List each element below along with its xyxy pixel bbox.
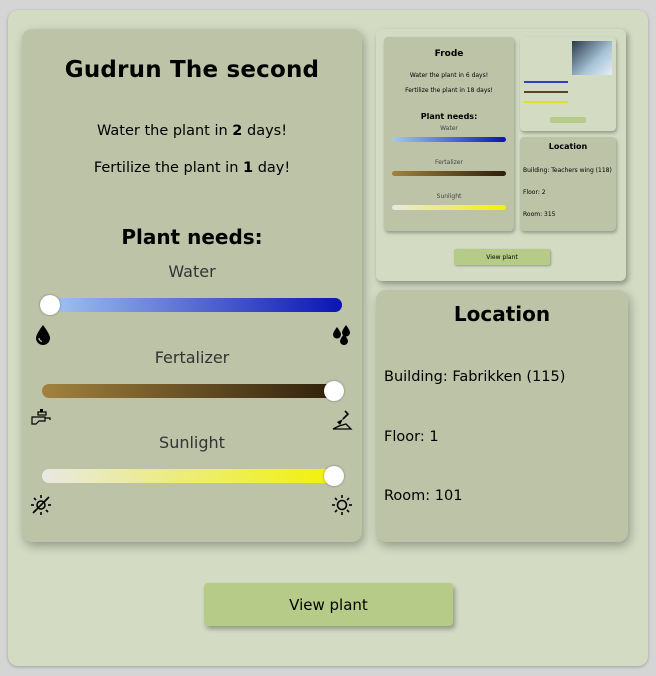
preview-building: Building: Teachers wing (118) <box>523 167 612 174</box>
water-days: 2 <box>232 123 243 139</box>
preview-needs-title: Plant needs: <box>420 112 478 121</box>
preview-view-plant-button: View plant <box>454 249 550 265</box>
location-title: Location <box>453 302 551 326</box>
preview-fert-bar <box>392 171 506 176</box>
preview-floor: Floor: 2 <box>523 189 546 196</box>
plant-card: Gudrun The second Water the plant in 2 d… <box>22 29 362 542</box>
preview-water-label: Water <box>440 125 458 132</box>
preview-nested-screenshot <box>520 37 616 131</box>
preview-fert-label: Fertalizer <box>435 159 463 166</box>
preview-water-line: Water the plant in 6 days! <box>409 72 489 79</box>
preview-room: Room: 315 <box>523 211 556 218</box>
fertalizer-slider[interactable] <box>42 381 344 401</box>
water-label: Water <box>168 262 216 281</box>
location-building: Building: Fabrikken (115) <box>384 369 566 385</box>
sunlight-slider-knob[interactable] <box>324 466 344 486</box>
preview-sun-bar <box>392 205 506 210</box>
preview-location-title: Location <box>548 142 588 151</box>
sunlight-slider[interactable] <box>42 466 344 486</box>
fert-days: 1 <box>243 160 254 176</box>
sunlight-label: Sunlight <box>159 433 225 452</box>
location-room: Room: 101 <box>384 488 463 504</box>
water-drops-icon <box>333 325 350 345</box>
water-drop-icon <box>36 325 50 345</box>
preview-fert-line: Fertilize the plant in 18 days! <box>405 87 493 94</box>
location-floor: Floor: 1 <box>384 429 439 445</box>
water-slider[interactable] <box>40 295 342 315</box>
preview-location-card: Location Building: Teachers wing (118) F… <box>520 137 616 231</box>
fertalizer-slider-knob[interactable] <box>324 381 344 401</box>
shovel-icon <box>332 410 353 430</box>
preview-plant-photo <box>572 41 612 75</box>
plant-needs-title: Plant needs: <box>121 225 263 249</box>
preview-plant-name: Frode <box>434 49 464 59</box>
water-reminder: Water the plant in 2 days! <box>96 123 288 139</box>
sun-icon <box>332 495 352 515</box>
preview-water-bar <box>392 137 506 142</box>
preview-mini-button <box>550 117 586 123</box>
location-card: Location Building: Fabrikken (115) Floor… <box>376 290 628 542</box>
view-plant-button[interactable]: View plant <box>204 583 453 626</box>
preview-mini-bar-2 <box>524 91 568 93</box>
preview-sun-label: Sunlight <box>436 193 462 200</box>
fertalizer-label: Fertalizer <box>154 348 230 367</box>
sun-crossed-icon <box>31 495 51 515</box>
other-plant-preview[interactable]: Frode Water the plant in 6 days! Fertili… <box>376 29 626 281</box>
preview-plant-card: Frode Water the plant in 6 days! Fertili… <box>384 37 514 231</box>
preview-mini-bar-1 <box>524 81 568 83</box>
watering-can-icon <box>31 409 51 425</box>
page-container: Gudrun The second Water the plant in 2 d… <box>8 10 648 666</box>
preview-mini-bar-3 <box>524 101 568 103</box>
plant-name: Gudrun The second <box>64 57 320 83</box>
fertilize-reminder: Fertilize the plant in 1 day! <box>93 160 291 176</box>
water-slider-knob[interactable] <box>40 295 60 315</box>
